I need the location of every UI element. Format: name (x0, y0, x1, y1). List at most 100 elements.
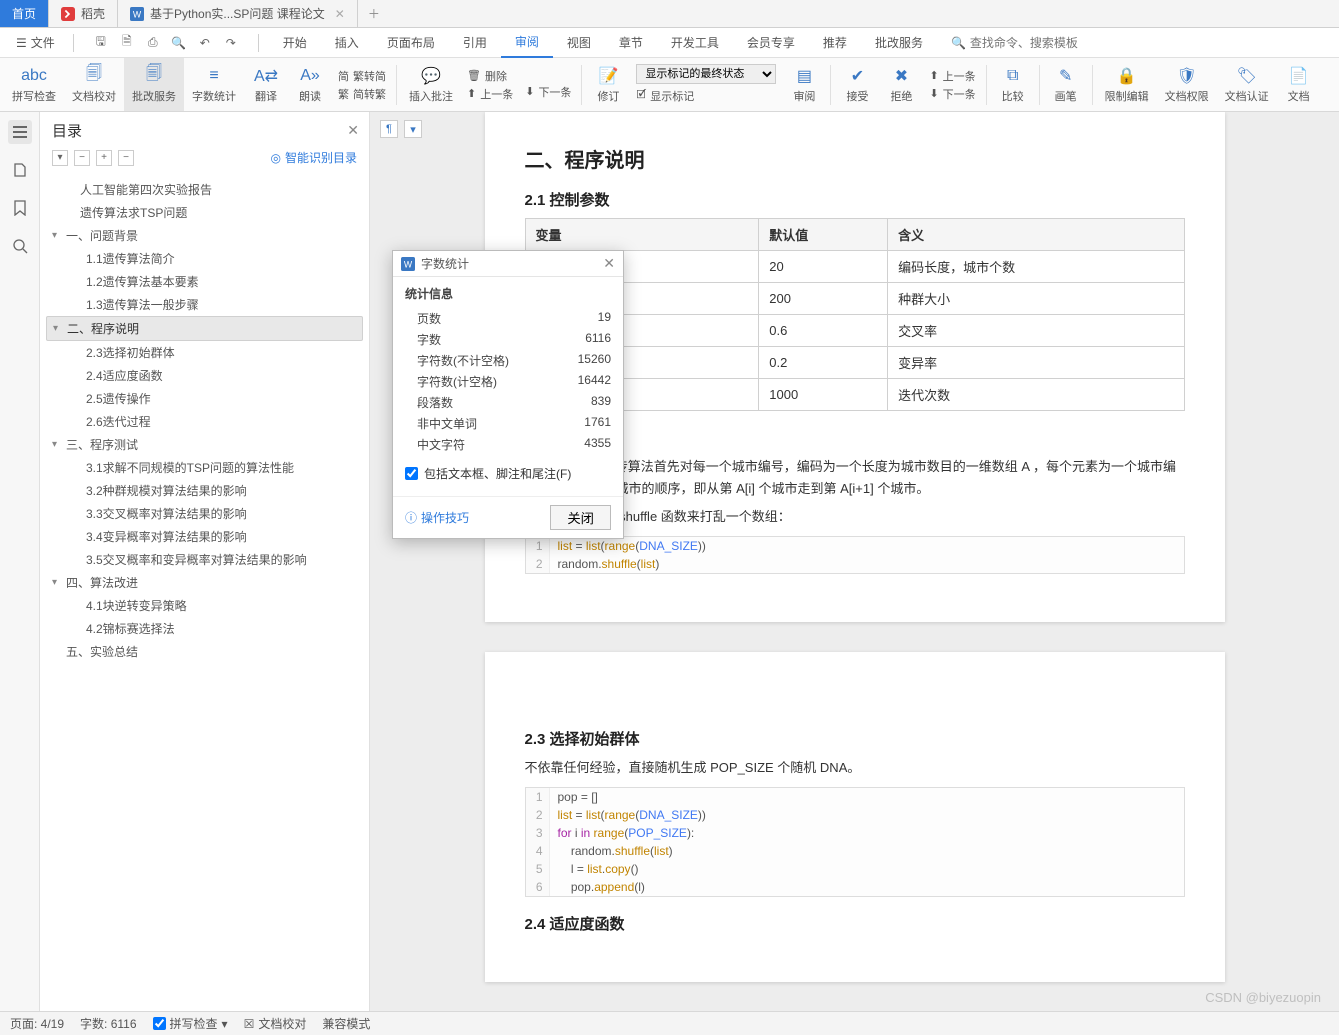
spellcheck-toggle[interactable]: 拼写检查▾ (153, 1015, 228, 1032)
doc-compare-button[interactable]: 🗐文档校对 (64, 58, 124, 111)
prev-comment-button[interactable]: ⬆上一条 (467, 86, 513, 102)
proofread-toggle[interactable]: ☒文档校对 (244, 1015, 307, 1032)
search-icon: 🔍 (951, 36, 966, 50)
doc-permission-button[interactable]: 🛡文档权限 (1157, 58, 1217, 111)
menu-引用[interactable]: 引用 (449, 28, 501, 58)
save-icon[interactable]: 🖫 (92, 34, 110, 52)
stat-row: 字符数(不计空格)15260 (405, 350, 611, 371)
compare-button[interactable]: ⧉比较 (991, 58, 1035, 111)
restrict-edit-button[interactable]: 🔒限制编辑 (1097, 58, 1157, 111)
insert-comment-button[interactable]: 💬插入批注 (401, 58, 461, 111)
outline-node[interactable]: 4.1块逆转变异策略 (46, 594, 363, 617)
smart-toc-button[interactable]: ◎ 智能识别目录 (271, 149, 358, 166)
outline-node[interactable]: ▾四、算法改进 (46, 571, 363, 594)
outline-node[interactable]: 2.5遗传操作 (46, 387, 363, 410)
tab-close-icon[interactable]: ✕ (335, 7, 345, 21)
accept-button[interactable]: ✔接受 (835, 58, 879, 111)
document-area[interactable]: ¶ ▾ 二、程序说明 2.1 控制参数 变量默认值含义 DNA_SIZE20编码… (370, 112, 1339, 1011)
expand-all-icon[interactable]: ▾ (52, 150, 68, 166)
bookmark-button[interactable] (8, 196, 32, 220)
review-service-button[interactable]: 🗐批改服务 (124, 58, 184, 111)
read-icon: A» (300, 66, 320, 86)
menu-页面布局[interactable]: 页面布局 (373, 28, 449, 58)
outline-toolbar: ▾ − + − (52, 150, 134, 166)
outline-panel: 目录 ✕ ▾ − + − ◎ 智能识别目录 人工智能第四次实验报告遗传算法求TS… (40, 112, 370, 1011)
doc-dropdown-icon[interactable]: ▾ (404, 120, 422, 138)
menu-批改服务[interactable]: 批改服务 (861, 28, 937, 58)
collapse-all-icon[interactable]: − (74, 150, 90, 166)
nav-button[interactable] (8, 158, 32, 182)
remove-node-icon[interactable]: − (118, 150, 134, 166)
wordcount-indicator[interactable]: 字数: 6116 (80, 1015, 136, 1032)
outline-node[interactable]: 3.4变异概率对算法结果的影响 (46, 525, 363, 548)
new-tab-button[interactable]: ＋ (358, 0, 390, 27)
outline-node[interactable]: ▾一、问题背景 (46, 224, 363, 247)
prev-icon: ⬆ (467, 87, 476, 100)
track-changes-button[interactable]: 📝修订 (586, 58, 630, 111)
outline-node[interactable]: 2.4适应度函数 (46, 364, 363, 387)
dialog-close-button[interactable]: 关闭 (550, 505, 611, 530)
tab-document[interactable]: W 基于Python实...SP问题 课程论文 ✕ (118, 0, 358, 27)
panel-close-icon[interactable]: ✕ (347, 122, 359, 139)
trad-to-simp-button[interactable]: 简繁转简 (338, 68, 386, 84)
include-footnotes-checkbox[interactable]: 包括文本框、脚注和尾注(F) (405, 465, 611, 482)
outline-node[interactable]: ▾二、程序说明 (46, 316, 363, 341)
outline-node[interactable]: 3.2种群规模对算法结果的影响 (46, 479, 363, 502)
search-input[interactable] (970, 36, 1130, 50)
outline-node[interactable]: ▾三、程序测试 (46, 433, 363, 456)
menu-开始[interactable]: 开始 (269, 28, 321, 58)
menu-会员专享[interactable]: 会员专享 (733, 28, 809, 58)
display-mode-select[interactable]: 显示标记的最终状态 (636, 64, 776, 84)
outline-node[interactable]: 1.2遗传算法基本要素 (46, 270, 363, 293)
tips-link[interactable]: ⓘ 操作技巧 (405, 509, 469, 526)
read-button[interactable]: A»朗读 (288, 58, 332, 111)
print-preview-icon[interactable]: 🔍 (170, 34, 188, 52)
find-button[interactable] (8, 234, 32, 258)
outline-panel-button[interactable] (8, 120, 32, 144)
next-change-button[interactable]: ⬇下一条 (929, 86, 975, 102)
outline-node[interactable]: 1.1遗传算法简介 (46, 247, 363, 270)
wordcount-button[interactable]: ≡字数统计 (184, 58, 244, 111)
undo-icon[interactable]: ↶ (196, 34, 214, 52)
outline-node[interactable]: 2.6迭代过程 (46, 410, 363, 433)
review-pane-button[interactable]: ▤审阅 (782, 58, 826, 111)
tab-home[interactable]: 首页 (0, 0, 49, 27)
prev-change-button[interactable]: ⬆上一条 (929, 68, 975, 84)
outline-node[interactable]: 1.3遗传算法一般步骤 (46, 293, 363, 316)
next-comment-button[interactable]: ⬇下一条 (525, 84, 571, 100)
translate-button[interactable]: A⇄翻译 (244, 58, 288, 111)
outline-node[interactable]: 3.5交叉概率和变异概率对算法结果的影响 (46, 548, 363, 571)
outline-node[interactable]: 五、实验总结 (46, 640, 363, 663)
page-indicator[interactable]: 页面: 4/19 (10, 1015, 64, 1032)
pen-button[interactable]: ✎画笔 (1044, 58, 1088, 111)
add-node-icon[interactable]: + (96, 150, 112, 166)
dialog-close-icon[interactable]: ✕ (603, 255, 615, 272)
outline-node[interactable]: 3.3交叉概率对算法结果的影响 (46, 502, 363, 525)
outline-node[interactable]: 4.2锦标赛选择法 (46, 617, 363, 640)
delete-comment-button[interactable]: 🗑删除 (467, 68, 513, 84)
menu-推荐[interactable]: 推荐 (809, 28, 861, 58)
outline-node[interactable]: 2.3选择初始群体 (46, 341, 363, 364)
save-as-icon[interactable]: 🗎 (118, 34, 136, 52)
menu-视图[interactable]: 视图 (553, 28, 605, 58)
outline-node[interactable]: 3.1求解不同规模的TSP问题的算法性能 (46, 456, 363, 479)
tab-daoke[interactable]: 稻壳 (49, 0, 118, 27)
outline-node[interactable]: 人工智能第四次实验报告 (46, 178, 363, 201)
command-search[interactable]: 🔍 (951, 36, 1130, 50)
redo-icon[interactable]: ↷ (222, 34, 240, 52)
doc-cert-button[interactable]: 🏷文档认证 (1217, 58, 1277, 111)
spellcheck-button[interactable]: abc拼写检查 (4, 58, 64, 111)
doc-more-button[interactable]: 📄文档 (1277, 58, 1321, 111)
simp-to-trad-button[interactable]: 繁简转繁 (338, 86, 386, 102)
menu-章节[interactable]: 章节 (605, 28, 657, 58)
menu-插入[interactable]: 插入 (321, 28, 373, 58)
outline-node[interactable]: 遗传算法求TSP问题 (46, 201, 363, 224)
para-mark-icon[interactable]: ¶ (380, 120, 398, 138)
compat-mode-indicator[interactable]: 兼容模式 (322, 1015, 370, 1032)
show-marks-button[interactable]: 🗹显示标记 (636, 86, 776, 105)
print-icon[interactable]: ⎙ (144, 34, 162, 52)
file-menu[interactable]: ☰ 文件 (8, 34, 63, 51)
reject-button[interactable]: ✖拒绝 (879, 58, 923, 111)
menu-审阅[interactable]: 审阅 (501, 28, 553, 58)
menu-开发工具[interactable]: 开发工具 (657, 28, 733, 58)
